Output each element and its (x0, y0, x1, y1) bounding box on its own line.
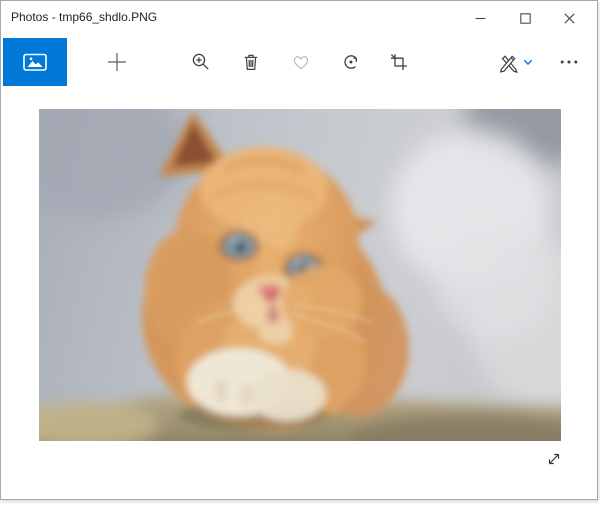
heart-icon (291, 52, 311, 72)
add-to-collection-button[interactable] (95, 38, 139, 86)
ellipsis-icon (559, 52, 579, 72)
close-icon (564, 13, 575, 24)
expand-diagonal-icon (545, 450, 563, 468)
plus-icon (106, 51, 128, 73)
rotate-icon (341, 52, 361, 72)
viewer-area (1, 87, 597, 499)
see-all-photos-button[interactable] (3, 38, 67, 86)
crop-icon (389, 52, 409, 72)
crop-button[interactable] (377, 38, 421, 86)
trash-icon (241, 52, 261, 72)
toolbar (1, 37, 597, 87)
minimize-icon (475, 13, 486, 24)
zoom-button[interactable] (179, 38, 223, 86)
edit-create-icon (496, 51, 518, 73)
kitten-illustration (39, 109, 561, 441)
see-more-button[interactable] (547, 38, 591, 86)
screenshot: Photos - tmp66_shdlo.PNG (0, 0, 600, 505)
rotate-button[interactable] (329, 38, 373, 86)
minimize-button[interactable] (458, 1, 503, 35)
title-bar[interactable]: Photos - tmp66_shdlo.PNG (1, 1, 597, 37)
edit-create-group (496, 51, 533, 73)
picture-icon (22, 51, 48, 73)
window-title: Photos - tmp66_shdlo.PNG (11, 10, 157, 24)
chevron-down-icon (523, 59, 533, 66)
photo-kitten[interactable] (39, 109, 561, 441)
delete-button[interactable] (229, 38, 273, 86)
zoom-in-icon (191, 52, 211, 72)
add-to-favorites-button[interactable] (279, 38, 323, 86)
maximize-button[interactable] (503, 1, 548, 35)
maximize-icon (520, 13, 531, 24)
fullscreen-button[interactable] (538, 443, 570, 475)
edit-and-create-button[interactable] (483, 38, 545, 86)
close-button[interactable] (547, 1, 592, 35)
photos-app-window: Photos - tmp66_shdlo.PNG (0, 0, 598, 500)
